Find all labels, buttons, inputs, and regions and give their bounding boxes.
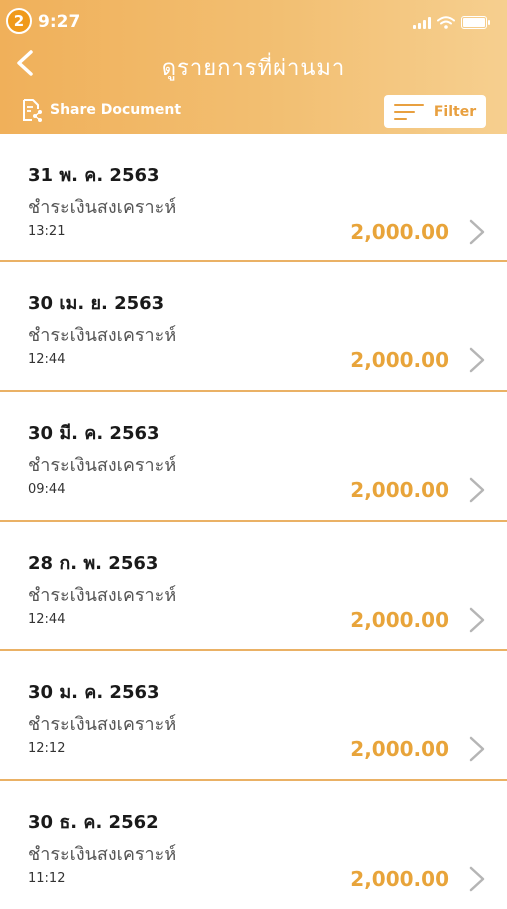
transaction-time: 09:44 bbox=[28, 482, 66, 497]
transaction-description: ชำระเงินสงเคราะห์ bbox=[28, 325, 177, 346]
page-title: ดูรายการที่ผ่านมา bbox=[161, 56, 346, 81]
transaction-list: 31 พ. ค. 2563 ชำระเงินสงเคราะห์ 13:21 2,… bbox=[0, 134, 507, 909]
chevron-right-icon bbox=[469, 866, 485, 892]
transaction-row[interactable]: 28 ก. พ. 2563 ชำระเงินสงเคราะห์ 12:44 2,… bbox=[0, 522, 507, 651]
chevron-right-icon bbox=[469, 477, 485, 503]
transaction-date: 31 พ. ค. 2563 bbox=[28, 165, 160, 186]
transaction-time: 12:44 bbox=[28, 612, 66, 627]
signal-icon bbox=[413, 17, 431, 29]
status-time: 9:27 bbox=[38, 12, 81, 32]
notification-badge: 2 bbox=[6, 8, 32, 34]
app-header: 2 9:27 ดูรายการที่ผ่านมา Share Document … bbox=[0, 0, 507, 134]
share-document-label: Share Document bbox=[50, 102, 182, 118]
transaction-time: 13:21 bbox=[28, 224, 66, 239]
transaction-row[interactable]: 30 ม. ค. 2563 ชำระเงินสงเคราะห์ 12:12 2,… bbox=[0, 651, 507, 781]
transaction-time: 12:12 bbox=[28, 741, 66, 756]
transaction-amount: 2,000.00 bbox=[350, 867, 449, 891]
filter-button[interactable]: Filter bbox=[384, 95, 486, 128]
transaction-description: ชำระเงินสงเคราะห์ bbox=[28, 844, 177, 865]
transaction-amount: 2,000.00 bbox=[350, 348, 449, 372]
battery-icon bbox=[461, 16, 490, 29]
status-icons bbox=[413, 16, 490, 29]
transaction-date: 28 ก. พ. 2563 bbox=[28, 553, 159, 574]
transaction-date: 30 มี. ค. 2563 bbox=[28, 423, 160, 444]
status-bar: 2 9:27 bbox=[0, 8, 507, 38]
chevron-right-icon bbox=[469, 736, 485, 762]
filter-label: Filter bbox=[433, 103, 477, 120]
chevron-right-icon bbox=[469, 219, 485, 245]
share-document-button[interactable]: Share Document bbox=[20, 98, 181, 122]
transaction-row[interactable]: 30 เม. ย. 2563 ชำระเงินสงเคราะห์ 12:44 2… bbox=[0, 262, 507, 392]
filter-lines-icon bbox=[393, 103, 424, 120]
transaction-amount: 2,000.00 bbox=[350, 478, 449, 502]
transaction-date: 30 เม. ย. 2563 bbox=[28, 293, 165, 314]
transaction-row[interactable]: 30 ธ. ค. 2562 ชำระเงินสงเคราะห์ 11:12 2,… bbox=[0, 781, 507, 909]
transaction-description: ชำระเงินสงเคราะห์ bbox=[28, 197, 177, 218]
transaction-time: 12:44 bbox=[28, 352, 66, 367]
transaction-row[interactable]: 30 มี. ค. 2563 ชำระเงินสงเคราะห์ 09:44 2… bbox=[0, 392, 507, 522]
wifi-icon bbox=[437, 16, 455, 29]
chevron-right-icon bbox=[469, 347, 485, 373]
transaction-time: 11:12 bbox=[28, 871, 66, 886]
transaction-date: 30 ธ. ค. 2562 bbox=[28, 812, 159, 833]
transaction-description: ชำระเงินสงเคราะห์ bbox=[28, 455, 177, 476]
share-document-icon bbox=[23, 99, 42, 122]
transaction-description: ชำระเงินสงเคราะห์ bbox=[28, 585, 177, 606]
transaction-amount: 2,000.00 bbox=[350, 608, 449, 632]
transaction-amount: 2,000.00 bbox=[350, 220, 449, 244]
transaction-description: ชำระเงินสงเคราะห์ bbox=[28, 714, 177, 735]
chevron-right-icon bbox=[469, 607, 485, 633]
transaction-amount: 2,000.00 bbox=[350, 737, 449, 761]
transaction-row[interactable]: 31 พ. ค. 2563 ชำระเงินสงเคราะห์ 13:21 2,… bbox=[0, 134, 507, 262]
transaction-date: 30 ม. ค. 2563 bbox=[28, 682, 160, 703]
